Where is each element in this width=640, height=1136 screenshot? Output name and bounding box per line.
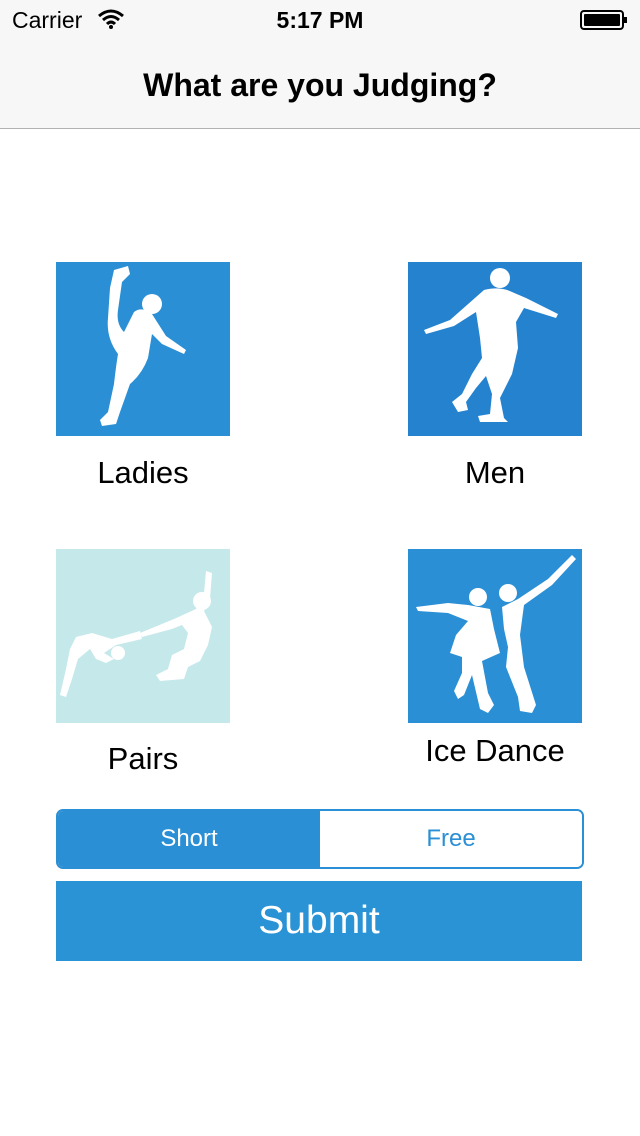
ice-dance-label: Ice Dance [425,733,565,768]
battery-icon [580,10,627,30]
ladies-tile[interactable] [56,262,230,436]
ice-dance-skaters-icon [416,555,576,713]
clock: 5:17 PM [276,7,364,33]
ladies-label: Ladies [97,455,189,490]
pairs-skaters-icon [60,571,212,697]
submit-button[interactable]: Submit [56,881,582,961]
segment-free[interactable]: Free [320,811,582,867]
men-tile[interactable] [408,262,582,436]
program-segmented-control[interactable]: Short Free [56,809,584,869]
status-bar: Carrier 5:17 PM [0,0,640,40]
men-skater-icon [424,268,558,422]
page-title: What are you Judging? [143,67,497,103]
pairs-label: Pairs [107,741,179,776]
segment-short[interactable]: Short [58,811,320,867]
pairs-tile[interactable] [56,549,230,723]
navigation-bar: What are you Judging? [0,40,640,129]
ice-dance-tile[interactable] [408,549,582,723]
ladies-skater-icon [100,266,186,426]
men-label: Men [464,455,526,490]
